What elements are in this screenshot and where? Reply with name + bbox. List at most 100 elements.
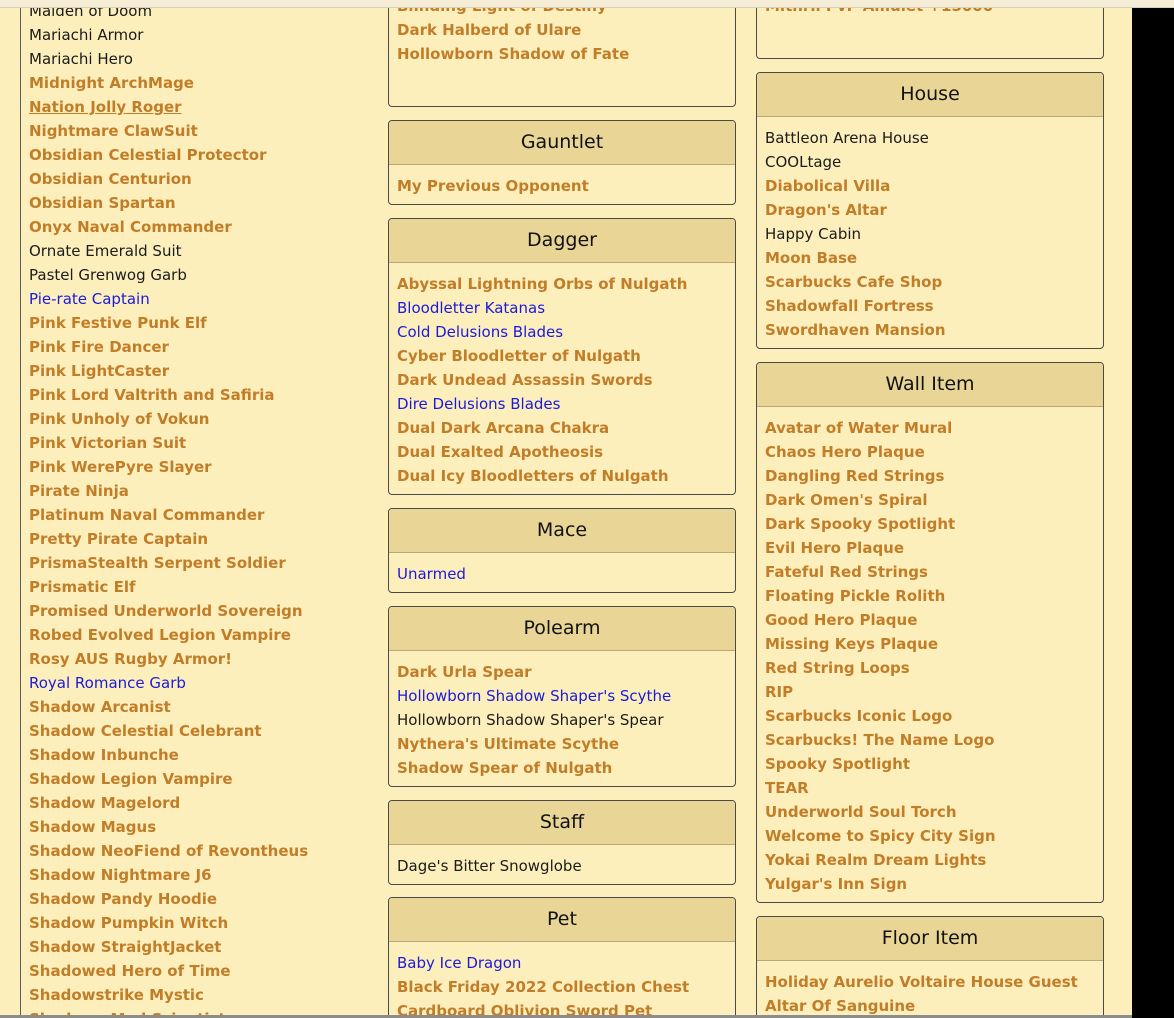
item-link-welcome-to-spicy-city-sign[interactable]: Welcome to Spicy City Sign	[765, 824, 1095, 848]
item-link-shadowstrike-mystic[interactable]: Shadowstrike Mystic	[29, 983, 308, 1007]
item-link-shadow-straightjacket[interactable]: Shadow StraightJacket	[29, 935, 308, 959]
category-panel-house: House Battleon Arena House COOLtage Diaboli…	[756, 72, 1104, 349]
item-link-midnight-archmage[interactable]: Midnight ArchMage	[29, 71, 308, 95]
item-link-chaos-hero-plaque[interactable]: Chaos Hero Plaque	[765, 440, 1095, 464]
category-panel-mace: Mace Unarmed	[388, 508, 736, 593]
item-link-pink-werepyre-slayer[interactable]: Pink WerePyre Slayer	[29, 455, 308, 479]
panel-header: Wall Item	[757, 363, 1103, 407]
item-link-dragon-s-altar[interactable]: Dragon's Altar	[765, 198, 1095, 222]
item-link-dark-spooky-spotlight[interactable]: Dark Spooky Spotlight	[765, 512, 1095, 536]
panel-item-list: Dark Urla Spear Hollowborn Shadow Shaper'…	[389, 651, 735, 780]
item-link-baby-ice-dragon[interactable]: Baby Ice Dragon	[397, 951, 727, 975]
panel-header: Staff	[389, 801, 735, 845]
item-link-pretty-pirate-captain[interactable]: Pretty Pirate Captain	[29, 527, 308, 551]
item-link-dark-omen-s-spiral[interactable]: Dark Omen's Spiral	[765, 488, 1095, 512]
item-link-prismatic-elf[interactable]: Prismatic Elf	[29, 575, 308, 599]
item-link-shadow-magelord[interactable]: Shadow Magelord	[29, 791, 308, 815]
item-link-red-string-loops[interactable]: Red String Loops	[765, 656, 1095, 680]
item-link-cold-delusions-blades[interactable]: Cold Delusions Blades	[397, 320, 727, 344]
item-link-pink-lord-valtrith-and-safiria[interactable]: Pink Lord Valtrith and Safiria	[29, 383, 308, 407]
item-link-hollowborn-shadow-shaper-s-scythe[interactable]: Hollowborn Shadow Shaper's Scythe	[397, 684, 727, 708]
item-link-shadow-pumpkin-witch[interactable]: Shadow Pumpkin Witch	[29, 911, 308, 935]
item-link-cooltage: COOLtage	[765, 153, 842, 171]
item-link-bloodletter-katanas[interactable]: Bloodletter Katanas	[397, 296, 727, 320]
item-link-pink-unholy-of-vokun[interactable]: Pink Unholy of Vokun	[29, 407, 308, 431]
item-link-holiday-aurelio-voltaire-house-guest[interactable]: Holiday Aurelio Voltaire House Guest	[765, 970, 1095, 994]
item-link-dark-undead-assassin-swords[interactable]: Dark Undead Assassin Swords	[397, 368, 727, 392]
item-link-shadow-magus[interactable]: Shadow Magus	[29, 815, 308, 839]
item-link-shadow-arcanist[interactable]: Shadow Arcanist	[29, 695, 308, 719]
item-link-avatar-of-water-mural[interactable]: Avatar of Water Mural	[765, 416, 1095, 440]
item-link-scarbucks-the-name-logo[interactable]: Scarbucks! The Name Logo	[765, 728, 1095, 752]
item-link-pink-victorian-suit[interactable]: Pink Victorian Suit	[29, 431, 308, 455]
item-link-dangling-red-strings[interactable]: Dangling Red Strings	[765, 464, 1095, 488]
category-panel-floor-item: Floor Item Holiday Aurelio Voltaire House…	[756, 916, 1104, 1018]
item-link-prismastealth-serpent-soldier[interactable]: PrismaStealth Serpent Soldier	[29, 551, 308, 575]
item-link-rosy-aus-rugby-armor[interactable]: Rosy AUS Rugby Armor!	[29, 647, 308, 671]
item-link-good-hero-plaque[interactable]: Good Hero Plaque	[765, 608, 1095, 632]
item-link-shadow-neofiend-of-revontheus[interactable]: Shadow NeoFiend of Revontheus	[29, 839, 308, 863]
item-link-dark-urla-spear[interactable]: Dark Urla Spear	[397, 660, 727, 684]
item-link-obsidian-spartan[interactable]: Obsidian Spartan	[29, 191, 308, 215]
item-link-fateful-red-strings[interactable]: Fateful Red Strings	[765, 560, 1095, 584]
item-link-pastel-grenwog-garb: Pastel Grenwog Garb	[29, 266, 187, 284]
item-link-dual-exalted-apotheosis[interactable]: Dual Exalted Apotheosis	[397, 440, 727, 464]
item-link-onyx-naval-commander[interactable]: Onyx Naval Commander	[29, 215, 308, 239]
item-link-battleon-arena-house: Battleon Arena House	[765, 129, 929, 147]
item-link-promised-underworld-sovereign[interactable]: Promised Underworld Sovereign	[29, 599, 308, 623]
item-link-yokai-realm-dream-lights[interactable]: Yokai Realm Dream Lights	[765, 848, 1095, 872]
item-link-happy-cabin: Happy Cabin	[765, 225, 862, 243]
item-link-rip[interactable]: RIP	[765, 680, 1095, 704]
panel-item-list: Blinding Light of DestinyDark Halberd of…	[389, 0, 735, 66]
item-link-shadow-spear-of-nulgath[interactable]: Shadow Spear of Nulgath	[397, 756, 727, 780]
item-link-cyber-bloodletter-of-nulgath[interactable]: Cyber Bloodletter of Nulgath	[397, 344, 727, 368]
item-link-shadow-pandy-hoodie[interactable]: Shadow Pandy Hoodie	[29, 887, 308, 911]
item-link-pink-fire-dancer[interactable]: Pink Fire Dancer	[29, 335, 308, 359]
item-link-royal-romance-garb[interactable]: Royal Romance Garb	[29, 671, 308, 695]
panel-header: Polearm	[389, 607, 735, 651]
item-link-mariachi-hero: Mariachi Hero	[29, 50, 133, 68]
item-link-dire-delusions-blades[interactable]: Dire Delusions Blades	[397, 392, 727, 416]
item-link-floating-pickle-rolith[interactable]: Floating Pickle Rolith	[765, 584, 1095, 608]
item-link-platinum-naval-commander[interactable]: Platinum Naval Commander	[29, 503, 308, 527]
item-link-dual-icy-bloodletters-of-nulgath[interactable]: Dual Icy Bloodletters of Nulgath	[397, 464, 727, 488]
item-link-dark-halberd-of-ulare[interactable]: Dark Halberd of Ulare	[397, 18, 727, 42]
panel-item-list: Abyssal Lightning Orbs of Nulgath Bloodle…	[389, 263, 735, 488]
item-link-shadow-legion-vampire[interactable]: Shadow Legion Vampire	[29, 767, 308, 791]
item-link-shadow-nightmare-j6[interactable]: Shadow Nightmare J6	[29, 863, 308, 887]
item-link-pirate-ninja[interactable]: Pirate Ninja	[29, 479, 308, 503]
item-link-obsidian-centurion[interactable]: Obsidian Centurion	[29, 167, 308, 191]
item-link-shadowfall-fortress[interactable]: Shadowfall Fortress	[765, 294, 1095, 318]
item-link-shadow-inbunche[interactable]: Shadow Inbunche	[29, 743, 308, 767]
item-link-my-previous-opponent[interactable]: My Previous Opponent	[397, 174, 727, 198]
item-link-pink-festive-punk-elf[interactable]: Pink Festive Punk Elf	[29, 311, 308, 335]
item-link-robed-evolved-legion-vampire[interactable]: Robed Evolved Legion Vampire	[29, 623, 308, 647]
item-link-nythera-s-ultimate-scythe[interactable]: Nythera's Ultimate Scythe	[397, 732, 727, 756]
item-link-missing-keys-plaque[interactable]: Missing Keys Plaque	[765, 632, 1095, 656]
item-link-hollowborn-shadow-of-fate[interactable]: Hollowborn Shadow of Fate	[397, 42, 727, 66]
item-link-dual-dark-arcana-chakra[interactable]: Dual Dark Arcana Chakra	[397, 416, 727, 440]
item-link-pink-lightcaster[interactable]: Pink LightCaster	[29, 359, 308, 383]
item-link-nation-jolly-roger[interactable]: Nation Jolly Roger	[29, 95, 308, 119]
item-link-shadow-celestial-celebrant[interactable]: Shadow Celestial Celebrant	[29, 719, 308, 743]
item-link-scarbucks-iconic-logo[interactable]: Scarbucks Iconic Logo	[765, 704, 1095, 728]
item-link-unarmed[interactable]: Unarmed	[397, 562, 727, 586]
item-link-pie-rate-captain[interactable]: Pie-rate Captain	[29, 287, 308, 311]
item-link-underworld-soul-torch[interactable]: Underworld Soul Torch	[765, 800, 1095, 824]
item-link-evil-hero-plaque[interactable]: Evil Hero Plaque	[765, 536, 1095, 560]
item-link-black-friday-2022-collection-chest[interactable]: Black Friday 2022 Collection Chest	[397, 975, 727, 999]
item-link-nightmare-clawsuit[interactable]: Nightmare ClawSuit	[29, 119, 308, 143]
item-link-shadowed-hero-of-time[interactable]: Shadowed Hero of Time	[29, 959, 308, 983]
item-link-obsidian-celestial-protector[interactable]: Obsidian Celestial Protector	[29, 143, 308, 167]
item-link-abyssal-lightning-orbs-of-nulgath[interactable]: Abyssal Lightning Orbs of Nulgath	[397, 272, 727, 296]
item-link-swordhaven-mansion[interactable]: Swordhaven Mansion	[765, 318, 1095, 342]
item-link-yulgar-s-inn-sign[interactable]: Yulgar's Inn Sign	[765, 872, 1095, 896]
item-link-scarbucks-cafe-shop[interactable]: Scarbucks Cafe Shop	[765, 270, 1095, 294]
item-link-moon-base[interactable]: Moon Base	[765, 246, 1095, 270]
item-link-tear[interactable]: TEAR	[765, 776, 1095, 800]
panel-header: Gauntlet	[389, 121, 735, 165]
item-link-mariachi-armor: Mariachi Armor	[29, 26, 144, 44]
item-link-spooky-spotlight[interactable]: Spooky Spotlight	[765, 752, 1095, 776]
item-link-diabolical-villa[interactable]: Diabolical Villa	[765, 174, 1095, 198]
panel-item-list: Avatar of Water Mural Chaos Hero Plaque Da…	[757, 407, 1103, 896]
